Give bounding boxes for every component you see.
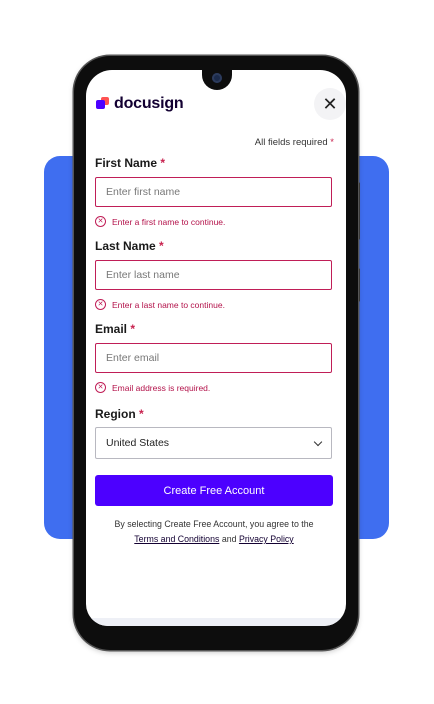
last-name-label-text: Last Name <box>95 239 156 253</box>
stage: docusign ✕ All fields required * First N… <box>0 0 434 704</box>
close-icon: ✕ <box>322 93 338 114</box>
chevron-down-icon <box>313 437 323 446</box>
last-name-label: Last Name * <box>95 239 164 253</box>
legal-conjunction: and <box>221 534 237 544</box>
error-icon: ✕ <box>95 382 106 393</box>
privacy-link[interactable]: Privacy Policy <box>239 534 294 544</box>
notch <box>202 70 232 90</box>
email-label-text: Email <box>95 322 128 336</box>
first-name-error: ✕ Enter a first name to continue. <box>95 216 225 227</box>
last-name-error: ✕ Enter a last name to continue. <box>95 299 225 310</box>
required-star: * <box>160 156 166 170</box>
required-note: All fields required * <box>96 137 334 148</box>
error-icon: ✕ <box>95 299 106 310</box>
phone-frame: docusign ✕ All fields required * First N… <box>74 56 358 650</box>
error-icon: ✕ <box>95 216 106 227</box>
email-placeholder: Enter email <box>106 352 160 364</box>
required-star: * <box>130 322 136 336</box>
last-name-error-text: Enter a last name to continue. <box>112 299 225 310</box>
email-error-text: Email address is required. <box>112 382 211 393</box>
phone-screen: docusign ✕ All fields required * First N… <box>86 70 346 626</box>
logo-text: docusign <box>114 95 184 112</box>
legal-text: By selecting Create Free Account, you ag… <box>92 517 336 547</box>
email-label: Email * <box>95 322 135 336</box>
email-error: ✕ Email address is required. <box>95 382 210 393</box>
region-label-text: Region <box>95 407 136 421</box>
required-note-text: All fields required <box>254 137 328 148</box>
first-name-placeholder: Enter first name <box>106 186 181 198</box>
first-name-input[interactable]: Enter first name <box>95 177 332 207</box>
screen-bottom-bar <box>86 618 346 626</box>
required-star: * <box>330 137 334 148</box>
logo-mark-icon <box>96 97 110 111</box>
close-button[interactable]: ✕ <box>314 88 346 120</box>
first-name-label-text: First Name <box>95 156 158 170</box>
region-label: Region * <box>95 407 144 421</box>
terms-link[interactable]: Terms and Conditions <box>134 534 219 544</box>
create-account-label: Create Free Account <box>163 484 265 497</box>
legal-prefix: By selecting Create Free Account, you ag… <box>114 519 314 529</box>
create-account-button[interactable]: Create Free Account <box>95 475 333 506</box>
region-select[interactable]: United States <box>95 427 332 459</box>
header: docusign ✕ <box>96 88 346 120</box>
first-name-label: First Name * <box>95 156 165 170</box>
last-name-placeholder: Enter last name <box>106 269 180 281</box>
required-star: * <box>159 239 164 253</box>
required-star: * <box>139 407 144 421</box>
email-input[interactable]: Enter email <box>95 343 332 373</box>
camera-icon <box>212 73 222 83</box>
region-selected-value: United States <box>106 437 170 449</box>
docusign-logo: docusign <box>96 92 184 116</box>
last-name-input[interactable]: Enter last name <box>95 260 332 290</box>
first-name-error-text: Enter a first name to continue. <box>112 216 226 227</box>
